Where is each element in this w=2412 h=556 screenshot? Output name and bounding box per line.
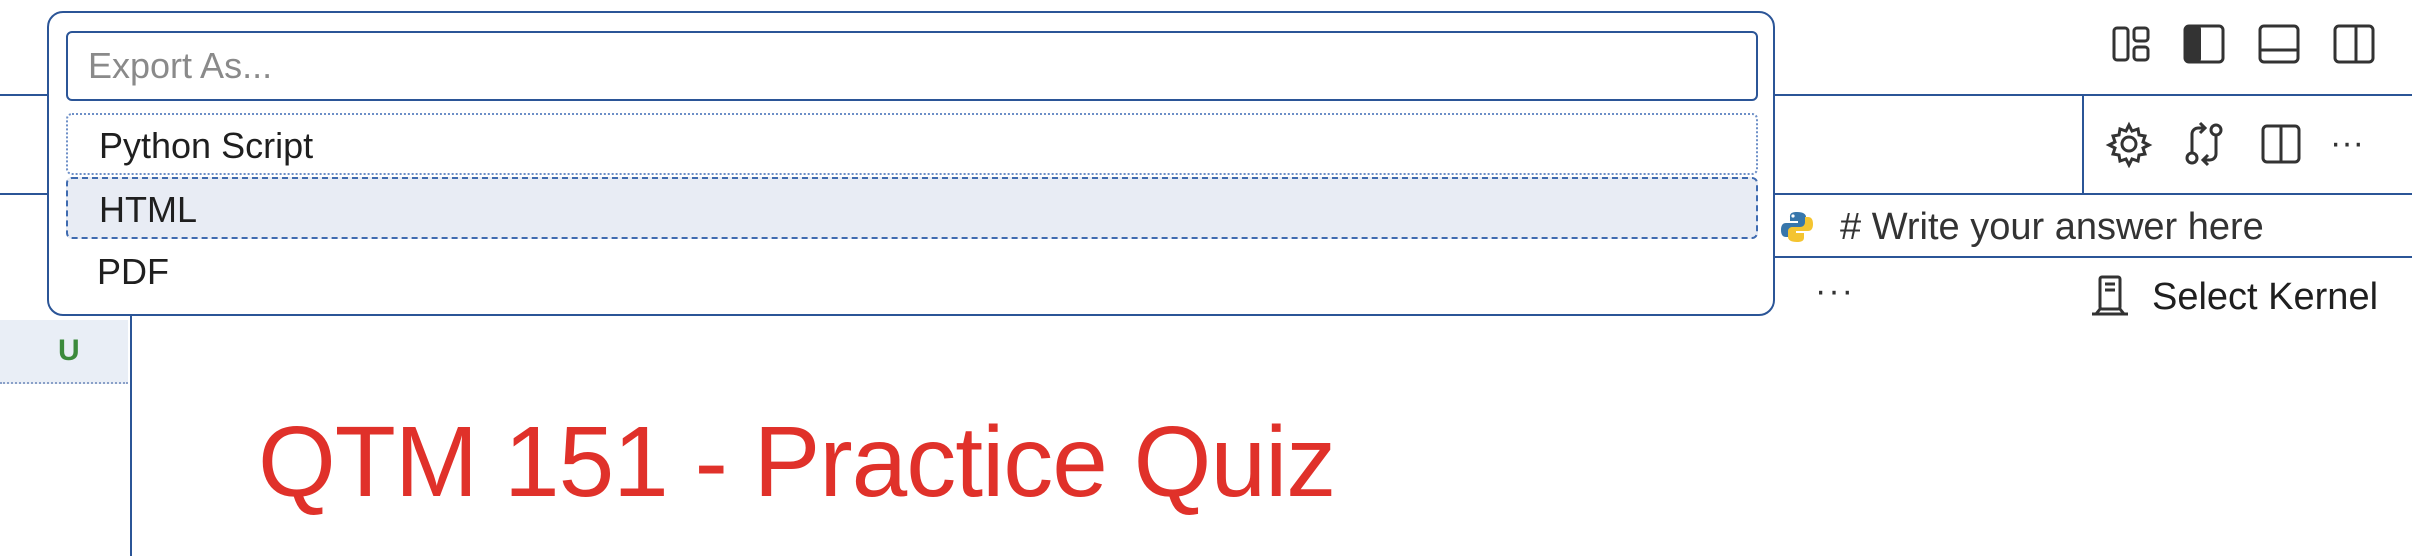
quick-pick-item-label: Python Script (99, 125, 314, 166)
source-control-compare-icon[interactable] (2180, 120, 2228, 168)
cell-more-actions-icon[interactable]: ··· (1815, 272, 1855, 311)
split-editor-icon[interactable] (2257, 120, 2305, 168)
gutter-divider (130, 316, 132, 556)
toggle-secondary-sidebar-icon[interactable] (2332, 22, 2376, 66)
server-kernel-icon (2088, 274, 2132, 318)
editor-actions-divider (2082, 94, 2084, 194)
quick-pick-item-python-script[interactable]: Python Script (66, 113, 1758, 175)
quick-pick-item-label: HTML (99, 189, 197, 230)
more-actions-icon[interactable]: ··· (2330, 124, 2378, 172)
select-kernel-label: Select Kernel (2152, 276, 2379, 318)
untracked-badge-label: U (58, 334, 80, 367)
untracked-file-badge[interactable]: U (0, 320, 128, 384)
code-line[interactable]: # Write your answer here (1840, 206, 2264, 249)
quick-pick-item-label: PDF (97, 251, 169, 292)
gear-icon[interactable] (2105, 120, 2153, 168)
cell-code-editor[interactable]: # Write your answer here (1792, 198, 2412, 256)
cell-editor-border (1775, 256, 2412, 258)
toggle-panel-icon[interactable] (2257, 22, 2301, 66)
toggle-primary-sidebar-icon[interactable] (2182, 22, 2226, 66)
export-quick-pick: Python Script HTML PDF (47, 11, 1775, 316)
quick-pick-item-html[interactable]: HTML (66, 177, 1758, 239)
quick-pick-input[interactable] (66, 31, 1758, 101)
layout-controls (2110, 22, 2375, 66)
customize-layout-icon[interactable] (2110, 22, 2154, 66)
notebook-title: QTM 151 - Practice Quiz (258, 406, 1336, 518)
quick-pick-item-pdf[interactable]: PDF (66, 241, 1758, 303)
